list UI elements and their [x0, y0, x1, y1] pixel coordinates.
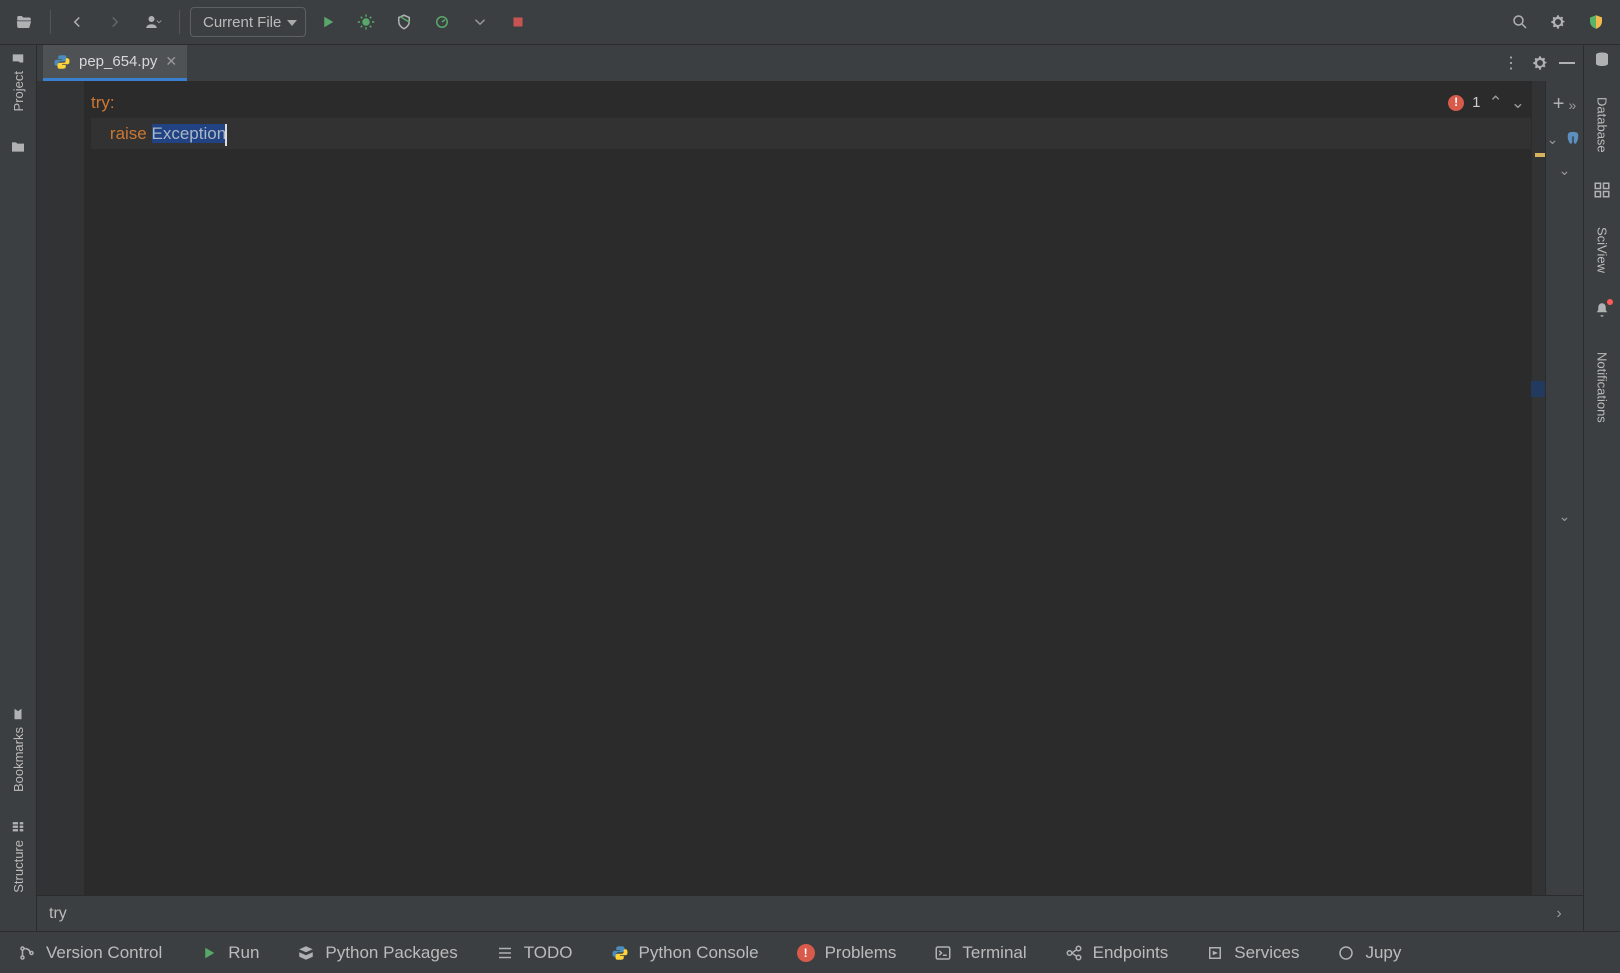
left-tool-strip: Project Bookmarks Structure — [0, 45, 37, 931]
editor-tab[interactable]: pep_654.py ✕ — [43, 45, 187, 81]
hide-icon[interactable] — [1559, 62, 1575, 64]
code-keyword: try — [91, 93, 110, 112]
chevron-right-icon[interactable]: › — [1547, 905, 1571, 923]
error-count: 1 — [1472, 87, 1480, 118]
main-toolbar: Current File — [0, 0, 1620, 45]
debug-icon[interactable] — [350, 6, 382, 38]
tool-sciview[interactable]: SciView — [1595, 227, 1610, 273]
code-text — [147, 124, 152, 143]
warning-mark[interactable] — [1535, 153, 1545, 157]
right-tool-strip: Database SciView Notifications — [1583, 45, 1620, 931]
user-icon[interactable] — [137, 6, 169, 38]
tool-bookmarks[interactable]: Bookmarks — [11, 707, 26, 792]
tool-notifications[interactable]: Notifications — [1595, 352, 1610, 423]
footer-label: Jupy — [1365, 943, 1401, 963]
code-editor[interactable]: try: raise Exception ! 1 ⌃ ⌄ — [85, 81, 1531, 895]
footer-label: TODO — [524, 943, 573, 963]
forward-icon — [99, 6, 131, 38]
run-icon[interactable] — [312, 6, 344, 38]
run-config-select[interactable]: Current File — [190, 7, 306, 37]
chevron-icon[interactable]: » — [1568, 97, 1576, 113]
footer-terminal[interactable]: Terminal — [934, 943, 1026, 963]
footer-endpoints[interactable]: Endpoints — [1065, 943, 1169, 963]
right-side-panel: + » ⌄ ⌄ ⌄ — [1545, 81, 1583, 895]
run-config-label: Current File — [203, 14, 281, 31]
footer-vcs[interactable]: Version Control — [18, 943, 162, 963]
stop-icon[interactable] — [502, 6, 534, 38]
gear-icon[interactable] — [1531, 54, 1549, 72]
footer-services[interactable]: Services — [1206, 943, 1299, 963]
tool-project[interactable]: Project — [11, 51, 26, 111]
footer-label: Problems — [825, 943, 897, 963]
breadcrumb-bar: try › — [37, 895, 1583, 931]
code-class: Exception — [152, 124, 227, 143]
footer-label: Terminal — [962, 943, 1026, 963]
close-tab-icon[interactable]: ✕ — [165, 53, 177, 70]
chevron-down-icon[interactable]: ⌄ — [1559, 162, 1571, 179]
footer-run[interactable]: Run — [200, 943, 259, 963]
postgres-icon[interactable] — [1564, 130, 1582, 148]
code-text: : — [110, 93, 115, 112]
separator — [50, 10, 51, 34]
error-stripe[interactable] — [1531, 81, 1545, 895]
folder-icon[interactable] — [10, 139, 26, 155]
coverage-icon[interactable] — [388, 6, 420, 38]
footer-jupyter[interactable]: Jupy — [1337, 943, 1401, 963]
footer-label: Python Packages — [325, 943, 457, 963]
back-icon[interactable] — [61, 6, 93, 38]
editor-tab-bar: pep_654.py ✕ ⋮ — [37, 45, 1583, 81]
settings-gear-icon[interactable] — [1542, 6, 1574, 38]
tool-label: SciView — [1595, 227, 1610, 273]
tool-project-label: Project — [11, 71, 26, 111]
footer-label: Python Console — [639, 943, 759, 963]
footer-label: Services — [1234, 943, 1299, 963]
chevron-down-icon[interactable]: ⌄ — [1559, 508, 1571, 525]
inspections-strip: ! 1 ⌃ ⌄ — [1441, 81, 1531, 895]
search-icon[interactable] — [1504, 6, 1536, 38]
chevron-down-icon[interactable]: ⌄ — [1547, 131, 1559, 148]
tool-database[interactable]: Database — [1595, 97, 1610, 153]
caret — [225, 124, 227, 146]
tool-label: Notifications — [1595, 352, 1610, 423]
tool-structure[interactable]: Structure — [11, 820, 26, 893]
more-run-icon[interactable] — [464, 6, 496, 38]
tool-structure-label: Structure — [11, 840, 26, 893]
footer-console[interactable]: Python Console — [611, 943, 759, 963]
next-highlight-icon[interactable]: ⌄ — [1511, 87, 1525, 118]
line-gutter — [37, 81, 85, 895]
caret-mark — [1531, 381, 1545, 397]
tool-label: Database — [1595, 97, 1610, 153]
code-keyword: raise — [110, 124, 147, 143]
database-icon[interactable] — [1593, 51, 1611, 69]
profile-icon[interactable] — [426, 6, 458, 38]
shield-icon[interactable] — [1580, 6, 1612, 38]
tab-menu-icon[interactable]: ⋮ — [1503, 53, 1521, 73]
tool-bookmarks-label: Bookmarks — [11, 727, 26, 792]
separator — [179, 10, 180, 34]
open-icon[interactable] — [8, 6, 40, 38]
notification-dot — [1607, 299, 1613, 305]
notifications-icon[interactable] — [1593, 301, 1611, 324]
footer-label: Run — [228, 943, 259, 963]
error-icon: ! — [797, 944, 815, 962]
prev-highlight-icon[interactable]: ⌃ — [1489, 87, 1503, 118]
error-icon[interactable]: ! — [1448, 95, 1464, 111]
python-file-icon — [53, 53, 71, 71]
footer-problems[interactable]: ! Problems — [797, 943, 897, 963]
tab-filename: pep_654.py — [79, 53, 157, 70]
breadcrumb[interactable]: try — [49, 905, 67, 923]
add-datasource-icon[interactable]: + — [1553, 93, 1565, 116]
sciview-icon[interactable] — [1593, 181, 1611, 199]
footer-label: Endpoints — [1093, 943, 1169, 963]
footer-todo[interactable]: TODO — [496, 943, 573, 963]
bottom-tool-strip: Version Control Run Python Packages TODO… — [0, 931, 1620, 973]
footer-label: Version Control — [46, 943, 162, 963]
footer-packages[interactable]: Python Packages — [297, 943, 457, 963]
